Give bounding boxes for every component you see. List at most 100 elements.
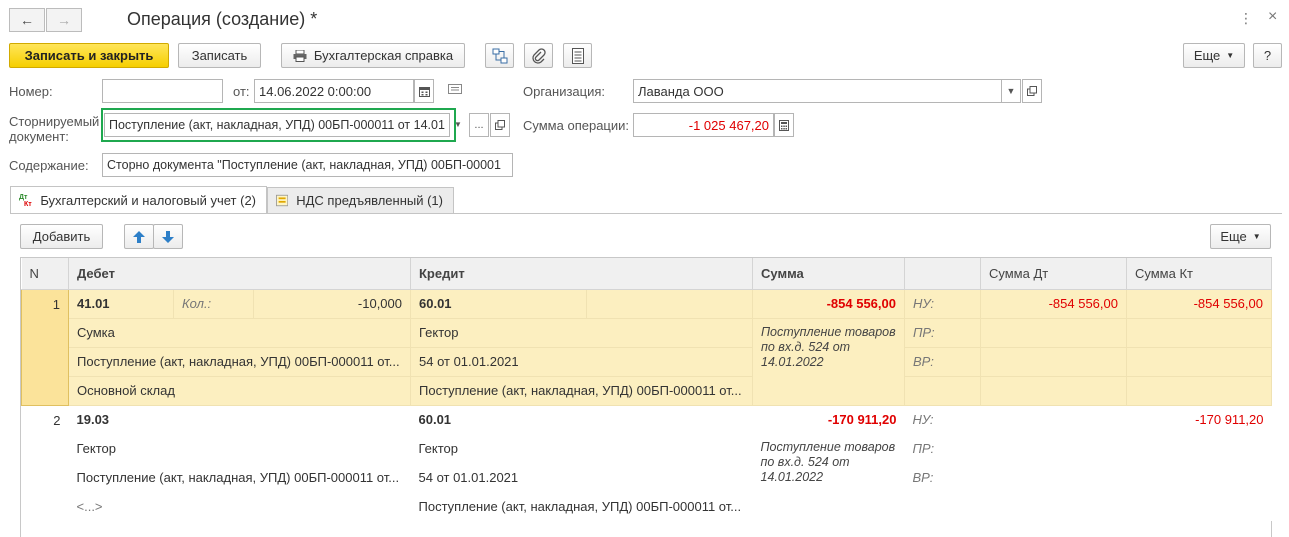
table-row[interactable]: <...> Поступление (акт, накладная, УПД) … (22, 492, 1272, 521)
operation-sum-input[interactable]: -1 025 467,20 (633, 113, 774, 137)
nu-label: НУ: (904, 289, 981, 319)
report-button[interactable] (563, 43, 592, 68)
attach-button[interactable] (524, 43, 553, 68)
organization-input[interactable]: Лаванда ООО (633, 79, 1002, 103)
arrow-left-icon: ← (20, 12, 34, 28)
organization-dropdown[interactable]: ▼ (1001, 79, 1021, 103)
credit-subconto-3[interactable]: Поступление (акт, накладная, УПД) 00БП-0… (410, 376, 753, 406)
structure-button[interactable] (485, 43, 514, 68)
credit-account[interactable]: 60.01 (410, 405, 753, 434)
tab-vat[interactable]: НДС предъявленный (1) (267, 187, 454, 213)
content-label: Содержание: (9, 158, 89, 173)
row-sum[interactable]: -170 911,20 (752, 405, 905, 434)
chevron-down-icon: ▼ (1252, 232, 1261, 241)
chevron-down-icon[interactable]: ▼ (454, 120, 462, 129)
vertical-dots-icon[interactable]: ⋮ (1239, 10, 1253, 27)
empty-cell (1126, 434, 1272, 463)
close-icon[interactable]: × (1268, 8, 1277, 26)
organization-open-button[interactable] (1022, 79, 1042, 103)
open-window-icon (495, 120, 505, 130)
storno-label-line1: Сторнируемый (9, 114, 100, 129)
help-button[interactable]: ? (1253, 43, 1282, 68)
forward-button[interactable]: → (46, 8, 82, 32)
header-n[interactable]: N (21, 258, 69, 290)
debit-subconto-3[interactable]: Основной склад (68, 376, 411, 406)
vr-dt (980, 347, 1127, 377)
credit-extra (586, 289, 753, 319)
save-and-close-button[interactable]: Записать и закрыть (9, 43, 169, 68)
debit-subconto-1[interactable]: Гектор (68, 434, 411, 463)
save-button[interactable]: Записать (178, 43, 261, 68)
credit-subconto-2[interactable]: 54 от 01.01.2021 (410, 347, 753, 377)
row-description[interactable]: Поступление товаров по вх.д. 524 от 14.0… (752, 318, 905, 406)
tab-divider (10, 213, 1282, 214)
empty-cell (980, 463, 1127, 492)
move-up-button[interactable] (124, 224, 154, 249)
table-row[interactable]: Поступление (акт, накладная, УПД) 00БП-0… (22, 463, 1272, 492)
dt-kt-icon: Дт Кт (19, 193, 32, 208)
credit-account[interactable]: 60.01 (410, 289, 587, 319)
credit-subconto-1[interactable]: Гектор (410, 318, 753, 348)
calculator-icon (779, 119, 789, 131)
storno-open-button[interactable] (490, 113, 510, 137)
more-label: Еще (1193, 48, 1221, 63)
debit-account[interactable]: 19.03 (68, 405, 411, 434)
move-down-button[interactable] (153, 224, 183, 249)
calendar-button[interactable] (414, 79, 434, 103)
sum-dt[interactable] (980, 405, 1127, 434)
debit-subconto-2[interactable]: Поступление (акт, накладная, УПД) 00БП-0… (68, 463, 411, 492)
table-more-button[interactable]: Еще ▼ (1210, 224, 1271, 249)
organization-label: Организация: (523, 84, 606, 99)
sum-kt[interactable]: -170 911,20 (1126, 405, 1272, 434)
content-input[interactable]: Сторно документа "Поступление (акт, накл… (102, 153, 513, 177)
empty-cell (904, 492, 981, 521)
calculator-button[interactable] (774, 113, 794, 137)
header-sum[interactable]: Сумма (752, 258, 905, 290)
pr-label: ПР: (904, 318, 981, 348)
structure-icon (492, 48, 507, 63)
pr-label: ПР: (904, 434, 981, 463)
debit-subconto-2[interactable]: Поступление (акт, накладная, УПД) 00БП-0… (68, 347, 411, 377)
empty-cell (1126, 463, 1272, 492)
sum-kt[interactable]: -854 556,00 (1126, 289, 1272, 319)
sum-dt[interactable]: -854 556,00 (980, 289, 1127, 319)
table-row[interactable]: Гектор Гектор Поступление товаров по вх.… (22, 434, 1272, 521)
table-row[interactable]: Основной склад Поступление (акт, накладн… (22, 376, 1272, 406)
qty-value[interactable]: -10,000 (253, 289, 411, 319)
credit-subconto-3[interactable]: Поступление (акт, накладная, УПД) 00БП-0… (410, 492, 753, 521)
header-blank (904, 258, 981, 290)
page-title: Операция (создание) * (127, 9, 318, 29)
storno-document-label: Сторнируемый документ: (9, 114, 99, 144)
debit-subconto-3[interactable]: <...> (68, 492, 411, 521)
number-input[interactable] (102, 79, 223, 103)
date-input[interactable]: 14.06.2022 0:00:00 (254, 79, 414, 103)
back-button[interactable]: ← (9, 8, 45, 32)
table-row[interactable]: 1 41.01 Кол.: -10,000 60.01 -854 556,00 … (21, 288, 1272, 406)
table-row[interactable]: Поступление (акт, накладная, УПД) 00БП-0… (22, 347, 1272, 377)
pr-dt (980, 318, 1127, 348)
header-sum-kt[interactable]: Сумма Кт (1126, 258, 1272, 290)
table-row[interactable]: Сумка Гектор Поступление товаров по вх.д… (22, 318, 1272, 406)
add-row-button[interactable]: Добавить (20, 224, 103, 249)
header-debit[interactable]: Дебет (68, 258, 411, 290)
header-sum-dt[interactable]: Сумма Дт (980, 258, 1127, 290)
comment-icon[interactable] (448, 84, 462, 99)
vr-label: ВР: (904, 463, 981, 492)
more-button[interactable]: Еще ▼ (1183, 43, 1245, 68)
empty-cell (904, 376, 981, 406)
storno-document-input[interactable]: Поступление (акт, накладная, УПД) 00БП-0… (104, 113, 450, 137)
credit-subconto-2[interactable]: 54 от 01.01.2021 (410, 463, 753, 492)
row-sum[interactable]: -854 556,00 (752, 289, 905, 319)
storno-select-button[interactable]: ... (469, 113, 489, 137)
debit-account[interactable]: 41.01 (68, 289, 174, 319)
tab-accounting-label: Бухгалтерский и налоговый учет (2) (40, 193, 256, 208)
header-credit[interactable]: Кредит (410, 258, 753, 290)
tab-accounting[interactable]: Дт Кт Бухгалтерский и налоговый учет (2) (10, 186, 267, 214)
entries-table: N Дебет Кредит Сумма Сумма Дт Сумма Кт 1… (21, 258, 1272, 521)
credit-subconto-1[interactable]: Гектор (410, 434, 753, 463)
table-row[interactable]: 2 19.03 60.01 -170 911,20 НУ: -170 911,2… (21, 405, 1272, 521)
debit-subconto-1[interactable]: Сумка (68, 318, 411, 348)
accounting-note-button[interactable]: Бухгалтерская справка (281, 43, 465, 68)
row-description[interactable]: Поступление товаров по вх.д. 524 от 14.0… (752, 434, 905, 521)
vat-doc-icon (276, 194, 289, 207)
